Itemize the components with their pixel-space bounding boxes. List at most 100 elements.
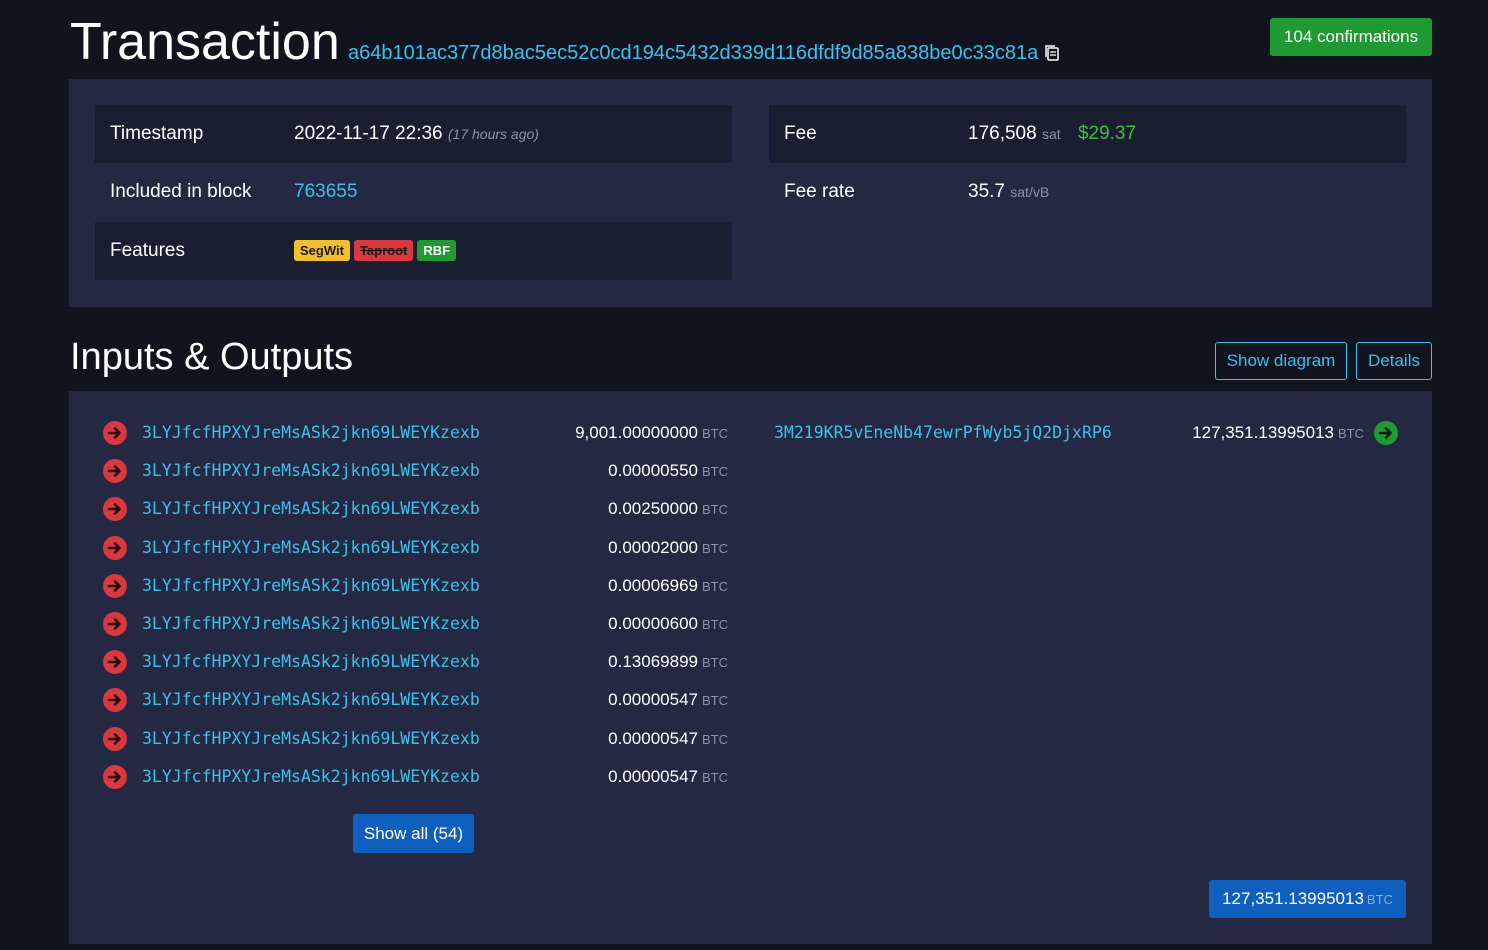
input-amount: 0.13069899 BTC xyxy=(608,648,728,677)
timestamp-ago: (17 hours ago) xyxy=(447,126,539,142)
input-arrow-icon[interactable] xyxy=(103,497,127,522)
input-amount-value: 0.00000550 xyxy=(608,461,698,481)
input-row: 3LYJfcfHPXYJreMsASk2jkn69LWEYKzexb 0.0000… xyxy=(103,534,728,562)
features-row: Features SegWit Taproot RBF xyxy=(95,222,732,280)
input-amount-unit: BTC xyxy=(702,502,728,518)
fee-sats: 176,508 xyxy=(968,123,1037,144)
total-amount-badge: 127,351.13995013 BTC xyxy=(1209,880,1406,918)
feerate-unit: sat/vB xyxy=(1010,184,1050,200)
block-link[interactable]: 763655 xyxy=(294,181,357,203)
input-amount: 0.00006969 BTC xyxy=(608,572,728,601)
input-row: 3LYJfcfHPXYJreMsASk2jkn69LWEYKzexb 9,001.… xyxy=(103,419,728,447)
input-amount-unit: BTC xyxy=(702,617,728,632)
transaction-summary: Timestamp 2022-11-17 22:36 (17 hours ago… xyxy=(69,79,1432,307)
input-address[interactable]: 3LYJfcfHPXYJreMsASk2jkn69LWEYKzexb xyxy=(142,572,480,600)
input-amount: 0.00002000 BTC xyxy=(608,534,728,563)
input-row: 3LYJfcfHPXYJreMsASk2jkn69LWEYKzexb 0.0000… xyxy=(103,610,728,638)
input-address[interactable]: 3LYJfcfHPXYJreMsASk2jkn69LWEYKzexb xyxy=(142,534,480,562)
input-arrow-icon[interactable] xyxy=(103,764,127,789)
block-label: Included in block xyxy=(110,181,252,202)
input-amount-unit: BTC xyxy=(702,578,728,594)
input-amount-value: 0.00002000 xyxy=(608,537,698,557)
input-amount-unit: BTC xyxy=(702,464,728,480)
input-amount: 0.00250000 BTC xyxy=(608,495,728,524)
output-arrow-icon[interactable] xyxy=(1374,421,1398,445)
timestamp-row: Timestamp 2022-11-17 22:36 (17 hours ago… xyxy=(95,105,732,163)
input-row: 3LYJfcfHPXYJreMsASk2jkn69LWEYKzexb 0.1306… xyxy=(103,648,728,676)
input-amount: 9,001.00000000 BTC xyxy=(575,419,728,448)
block-row: Included in block 763655 xyxy=(95,163,732,221)
input-address[interactable]: 3LYJfcfHPXYJreMsASk2jkn69LWEYKzexb xyxy=(142,725,480,753)
show-diagram-button[interactable]: Show diagram xyxy=(1215,342,1347,380)
features-list: SegWit Taproot RBF xyxy=(294,240,460,262)
input-arrow-icon[interactable] xyxy=(103,688,127,713)
show-all-button[interactable]: Show all (54) xyxy=(353,814,474,853)
fee-fiat: $29.37 xyxy=(1077,123,1137,144)
output-address[interactable]: 3M219KR5vEneNb47ewrPfWyb5jQ2DjxRP6 xyxy=(774,419,1112,447)
input-amount: 0.00000547 BTC xyxy=(608,686,728,715)
output-amount-unit: BTC xyxy=(1338,426,1364,441)
inputs-outputs-panel: 3LYJfcfHPXYJreMsASk2jkn69LWEYKzexb 9,001.… xyxy=(69,391,1432,944)
features-label: Features xyxy=(110,240,185,261)
input-row: 3LYJfcfHPXYJreMsASk2jkn69LWEYKzexb 0.0000… xyxy=(103,457,728,485)
input-arrow-icon[interactable] xyxy=(103,535,127,560)
input-amount: 0.00000600 BTC xyxy=(608,610,728,639)
feerate-number: 35.7 xyxy=(968,181,1005,202)
input-arrow-icon[interactable] xyxy=(103,650,127,675)
page-title: Transaction xyxy=(70,13,340,71)
input-amount-value: 0.00000547 xyxy=(608,690,698,710)
input-amount-value: 0.13069899 xyxy=(608,652,698,672)
input-row: 3LYJfcfHPXYJreMsASk2jkn69LWEYKzexb 0.0000… xyxy=(103,572,728,600)
input-row: 3LYJfcfHPXYJreMsASk2jkn69LWEYKzexb 0.0000… xyxy=(103,725,728,753)
total-amount-value: 127,351.13995013 xyxy=(1222,889,1364,908)
timestamp-date: 2022-11-17 22:36 xyxy=(294,123,443,144)
inputs-outputs-heading: Inputs & Outputs xyxy=(70,336,354,378)
confirmations-badge: 104 confirmations xyxy=(1270,18,1432,56)
input-arrow-icon[interactable] xyxy=(103,612,127,636)
input-address[interactable]: 3LYJfcfHPXYJreMsASk2jkn69LWEYKzexb xyxy=(142,457,480,485)
input-address[interactable]: 3LYJfcfHPXYJreMsASk2jkn69LWEYKzexb xyxy=(142,648,480,676)
feerate-label: Fee rate xyxy=(784,181,855,202)
fee-row: Fee 176,508 sat $29.37 xyxy=(769,105,1406,163)
input-row: 3LYJfcfHPXYJreMsASk2jkn69LWEYKzexb 0.0000… xyxy=(103,686,728,714)
details-button[interactable]: Details xyxy=(1356,342,1432,380)
input-address[interactable]: 3LYJfcfHPXYJreMsASk2jkn69LWEYKzexb xyxy=(142,763,480,791)
output-row: 3M219KR5vEneNb47ewrPfWyb5jQ2DjxRP6 127,3… xyxy=(774,419,1398,447)
feature-segwit-badge: SegWit xyxy=(294,240,350,262)
input-amount-value: 0.00006969 xyxy=(608,575,698,595)
input-arrow-icon[interactable] xyxy=(103,573,127,598)
feature-rbf-badge: RBF xyxy=(417,240,457,262)
input-amount-value: 9,001.00000000 xyxy=(575,423,698,442)
input-address[interactable]: 3LYJfcfHPXYJreMsASk2jkn69LWEYKzexb xyxy=(142,686,480,714)
input-arrow-icon[interactable] xyxy=(103,459,127,484)
copy-icon[interactable] xyxy=(1044,44,1060,62)
fee-unit: sat xyxy=(1041,126,1061,142)
input-amount: 0.00000547 BTC xyxy=(608,725,728,754)
input-arrow-icon[interactable] xyxy=(103,421,127,445)
input-amount-value: 0.00000600 xyxy=(608,614,698,633)
input-amount-unit: BTC xyxy=(702,540,728,556)
input-amount: 0.00000550 BTC xyxy=(608,457,728,486)
fee-value: 176,508 sat $29.37 xyxy=(968,123,1136,145)
input-arrow-icon[interactable] xyxy=(103,726,127,751)
input-address[interactable]: 3LYJfcfHPXYJreMsASk2jkn69LWEYKzexb xyxy=(142,610,480,638)
input-amount: 0.00000547 BTC xyxy=(608,763,728,792)
input-address[interactable]: 3LYJfcfHPXYJreMsASk2jkn69LWEYKzexb xyxy=(142,495,480,523)
timestamp-value: 2022-11-17 22:36 (17 hours ago) xyxy=(294,123,539,145)
feerate-value: 35.7 sat/vB xyxy=(968,181,1049,203)
output-amount-value: 127,351.13995013 xyxy=(1192,423,1334,442)
input-amount-value: 0.00000547 xyxy=(608,766,698,786)
txid-link[interactable]: a64b101ac377d8bac5ec52c0cd194c5432d339d1… xyxy=(348,40,1038,66)
input-address[interactable]: 3LYJfcfHPXYJreMsASk2jkn69LWEYKzexb xyxy=(142,419,480,447)
input-amount-unit: BTC xyxy=(702,731,728,747)
feature-taproot-badge: Taproot xyxy=(353,240,414,262)
input-amount-value: 0.00000547 xyxy=(608,728,698,748)
input-amount-unit: BTC xyxy=(702,426,728,441)
fee-label: Fee xyxy=(784,123,817,144)
feerate-row: Fee rate 35.7 sat/vB xyxy=(769,163,1406,221)
input-amount-unit: BTC xyxy=(702,769,728,785)
input-amount-value: 0.00250000 xyxy=(608,499,698,519)
output-amount: 127,351.13995013 BTC xyxy=(1192,419,1364,448)
total-amount-unit: BTC xyxy=(1366,892,1393,907)
input-amount-unit: BTC xyxy=(702,655,728,671)
